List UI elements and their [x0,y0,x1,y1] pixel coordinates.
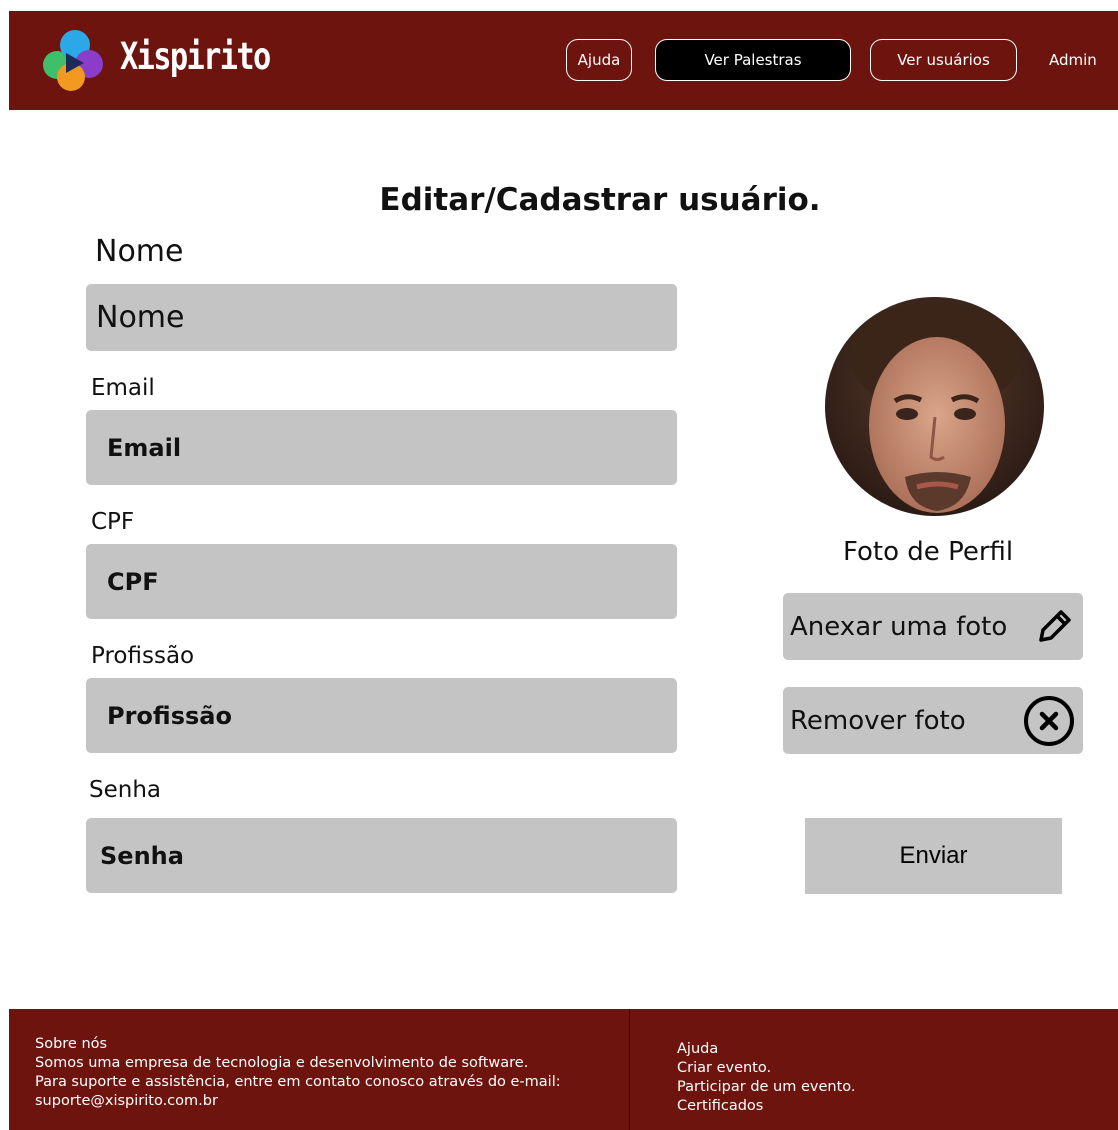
avatar-photo [825,297,1044,516]
nav-users-button[interactable]: Ver usuários [870,39,1017,81]
footer-link-certificates[interactable]: Certificados [677,1097,856,1116]
photo-label: Foto de Perfil [843,537,1014,567]
footer: Sobre nós Somos uma empresa de tecnologi… [9,1009,1118,1130]
footer-support-email[interactable]: suporte@xispirito.com.br [35,1092,561,1111]
attach-photo-button[interactable]: Anexar uma foto [783,593,1083,660]
profession-input[interactable]: Profissão [86,678,677,753]
footer-about: Sobre nós Somos uma empresa de tecnologi… [35,1035,561,1111]
submit-button[interactable]: Enviar [805,818,1062,894]
cpf-input[interactable]: CPF [86,544,677,619]
footer-about-title: Sobre nós [35,1036,108,1052]
email-input[interactable]: Email [86,410,677,485]
footer-links: Ajuda Criar evento. Participar de um eve… [677,1040,856,1116]
top-header: Xispirito Ajuda Ver Palestras Ver usuári… [9,11,1118,110]
name-input[interactable]: Nome [86,284,677,351]
nav-help-button[interactable]: Ajuda [566,39,632,81]
profile-avatar [825,297,1044,516]
footer-link-help[interactable]: Ajuda [677,1040,856,1059]
cpf-label: CPF [91,509,135,535]
pencil-icon [1039,609,1071,642]
password-label: Senha [89,777,161,803]
footer-about-text: Somos uma empresa de tecnologia e desenv… [35,1055,529,1071]
footer-link-create-event[interactable]: Criar evento. [677,1059,856,1078]
close-circle-icon [1024,695,1074,746]
password-input[interactable]: Senha [86,818,677,893]
footer-link-join-event[interactable]: Participar de um evento. [677,1078,856,1097]
brand-name[interactable]: Xispirito [120,35,271,78]
profession-label: Profissão [91,643,195,669]
footer-divider [629,1009,630,1130]
email-label: Email [91,375,155,401]
remove-photo-button[interactable]: Remover foto [783,687,1083,754]
nav-admin-link[interactable]: Admin [1049,51,1097,69]
xispirito-logo-icon[interactable] [40,27,106,93]
name-label: Nome [95,234,184,269]
nav-talks-button[interactable]: Ver Palestras [655,39,851,81]
footer-about-text: Para suporte e assistência, entre em con… [35,1074,561,1090]
remove-photo-label: Remover foto [790,705,966,736]
attach-photo-label: Anexar uma foto [790,611,1008,642]
page-title: Editar/Cadastrar usuário. [379,182,821,218]
